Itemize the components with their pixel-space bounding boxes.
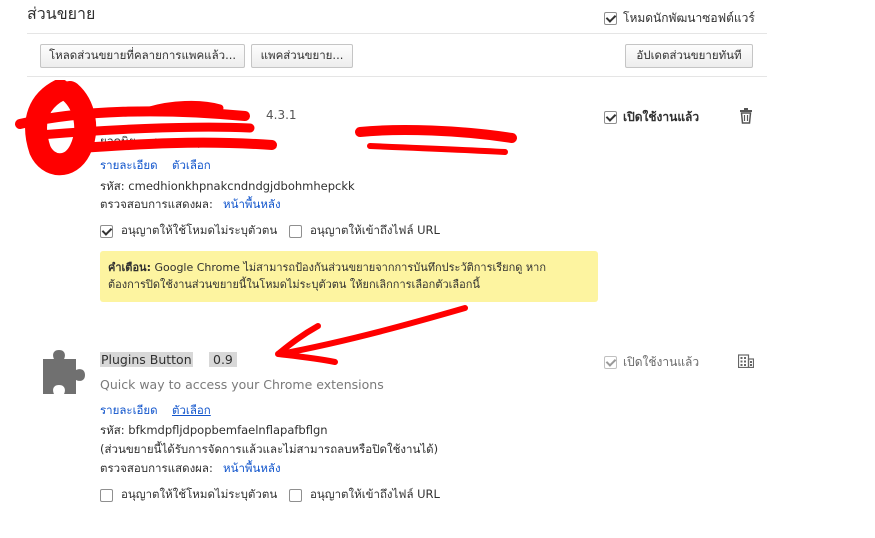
allow-incognito-label: อนุญาตให้ใช้โหมดไม่ระบุตัวตน bbox=[121, 223, 278, 237]
load-unpacked-button[interactable]: โหลดส่วนขยายที่คลายการแพคแล้ว... bbox=[40, 44, 245, 68]
allow-incognito-option[interactable]: อนุญาตให้ใช้โหมดไม่ระบุตัวตน bbox=[100, 486, 277, 504]
allow-incognito-checkbox[interactable] bbox=[100, 488, 113, 502]
allow-file-url-label: อนุญาตให้เข้าถึงไฟล์ URL bbox=[310, 487, 440, 501]
managed-note: (ส่วนขยายนี้ได้รับการจัดการแล้วและไม่สาม… bbox=[100, 442, 439, 456]
annotation-arrow bbox=[275, 305, 468, 365]
allow-file-url-label: อนุญาตให้เข้าถึงไฟล์ URL bbox=[310, 223, 440, 237]
extension-version: 0.9 bbox=[209, 352, 237, 367]
building-policy-icon bbox=[737, 353, 755, 371]
allow-file-url-option[interactable]: อนุญาตให้เข้าถึงไฟล์ URL bbox=[289, 222, 440, 240]
background-page-link[interactable]: หน้าพื้นหลัง bbox=[223, 460, 281, 478]
update-extensions-button[interactable]: อัปเดตส่วนขยายทันที bbox=[625, 44, 753, 68]
page-title: ส่วนขยาย bbox=[27, 4, 96, 23]
developer-mode-toggle[interactable]: โหมดนักพัฒนาซอฟต์แวร์ bbox=[604, 9, 755, 28]
enable-label: เปิดใช้งานแล้ว bbox=[623, 110, 700, 124]
enable-checkbox bbox=[604, 356, 617, 369]
options-link[interactable]: ตัวเลือก bbox=[172, 402, 211, 420]
extension-name: Plugins Button bbox=[100, 352, 193, 367]
extension-id: รหัส: bfkmdpfljdpopbemfaelnflapafbflgn bbox=[100, 423, 328, 437]
background-page-link[interactable]: หน้าพื้นหลัง bbox=[223, 196, 281, 214]
enable-toggle: เปิดใช้งานแล้ว bbox=[604, 353, 699, 372]
allow-incognito-label: อนุญาตให้ใช้โหมดไม่ระบุตัวตน bbox=[121, 487, 278, 501]
developer-mode-checkbox[interactable] bbox=[604, 12, 617, 25]
warning-title: คำเตือน: bbox=[108, 261, 151, 274]
inspect-views-label: ตรวจสอบการแสดงผล: bbox=[100, 461, 213, 475]
incognito-warning: คำเตือน: Google Chrome ไม่สามารถป้องกันส… bbox=[100, 251, 598, 302]
enable-checkbox[interactable] bbox=[604, 111, 617, 124]
allow-file-url-checkbox[interactable] bbox=[289, 488, 302, 502]
allow-file-url-checkbox[interactable] bbox=[289, 224, 302, 238]
warning-text-line1: Google Chrome ไม่สามารถป้องกันส่วนขยายจา… bbox=[150, 261, 547, 274]
inspect-views-label: ตรวจสอบการแสดงผล: bbox=[100, 197, 213, 211]
enable-label: เปิดใช้งานแล้ว bbox=[623, 355, 700, 369]
allow-incognito-option[interactable]: อนุญาตให้ใช้โหมดไม่ระบุตัวตน bbox=[100, 222, 277, 240]
allow-file-url-option[interactable]: อนุญาตให้เข้าถึงไฟล์ URL bbox=[289, 486, 440, 504]
puzzle-piece-icon bbox=[40, 349, 90, 400]
details-link[interactable]: รายละเอียด bbox=[100, 402, 158, 420]
header-divider bbox=[27, 33, 767, 34]
allow-incognito-checkbox[interactable] bbox=[100, 224, 113, 238]
redaction-scribble bbox=[15, 80, 517, 176]
trash-icon[interactable] bbox=[739, 108, 753, 127]
extension-description: Quick way to access your Chrome extensio… bbox=[100, 377, 384, 392]
toolbar-divider bbox=[27, 76, 767, 77]
developer-mode-label: โหมดนักพัฒนาซอฟต์แวร์ bbox=[623, 11, 755, 25]
enable-toggle[interactable]: เปิดใช้งานแล้ว bbox=[604, 108, 699, 127]
extension-id: รหัส: cmedhionkhpnakcndndgjdbohmhepckk bbox=[100, 179, 355, 193]
pack-extension-button[interactable]: แพคส่วนขยาย... bbox=[251, 44, 353, 68]
warning-text-line2: ต้องการปิดใช้งานส่วนขยายนี้ในโหมดไม่ระบุ… bbox=[108, 278, 480, 291]
